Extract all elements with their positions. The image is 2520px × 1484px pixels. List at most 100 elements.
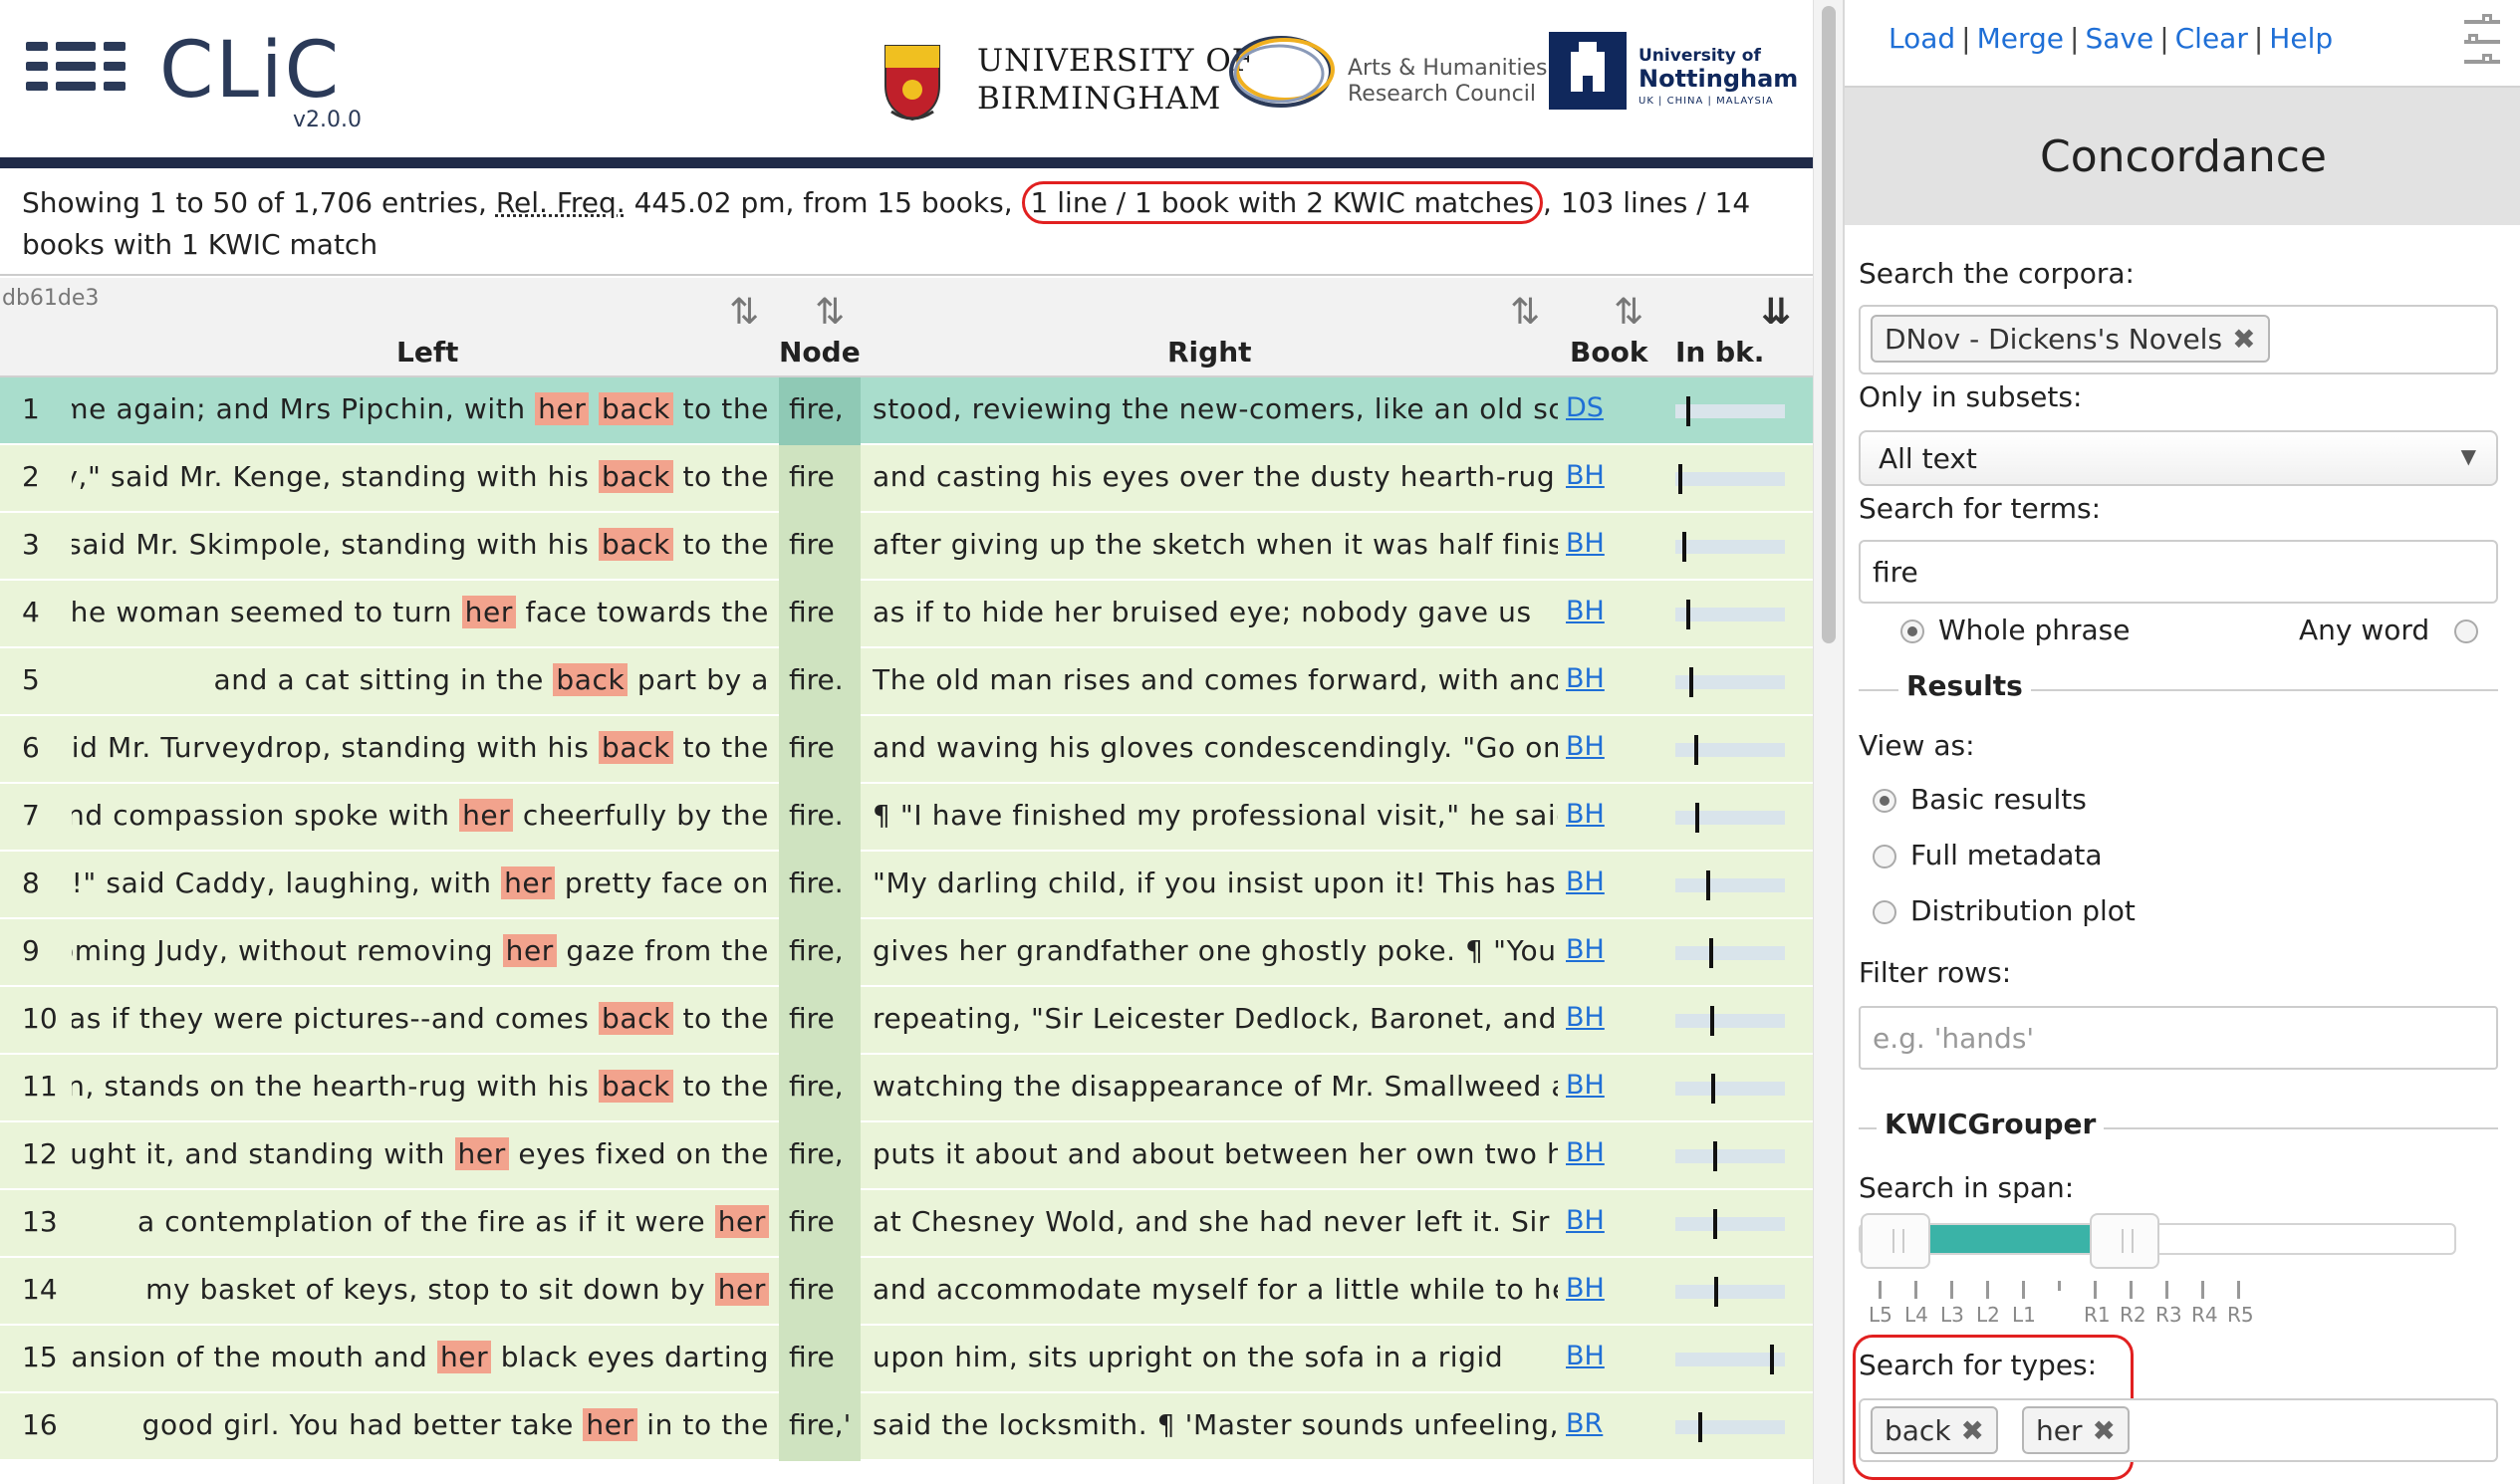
span-slider-right-handle[interactable] <box>2090 1213 2159 1269</box>
node-word: fire <box>789 1341 835 1373</box>
view-metadata-radio[interactable] <box>1873 845 1896 868</box>
column-header-right[interactable]: Right <box>1167 336 1252 369</box>
book-link[interactable]: BH <box>1566 596 1605 626</box>
merge-link[interactable]: Merge <box>1977 22 2064 55</box>
span-tick-label: R5 <box>2227 1303 2254 1327</box>
remove-type-icon[interactable]: ✖ <box>1961 1414 1984 1447</box>
table-row[interactable]: 7 and compassion spoke with her cheerfull… <box>0 784 1813 852</box>
table-row[interactable]: 14 my basket of keys, stop to sit down by… <box>0 1258 1813 1326</box>
table-row[interactable]: 15 xpansion of the mouth and her black ey… <box>0 1326 1813 1393</box>
clear-link[interactable]: Clear <box>2175 22 2248 55</box>
any-word-radio[interactable] <box>2454 619 2478 643</box>
subset-select[interactable]: All text ▼ <box>1859 430 2498 486</box>
node-word: fire. <box>789 866 844 899</box>
book-link[interactable]: BH <box>1566 1273 1605 1304</box>
table-row[interactable]: 4 the woman seemed to turn her face towar… <box>0 581 1813 648</box>
book-link[interactable]: BR <box>1566 1408 1603 1439</box>
table-row[interactable]: 16 good girl. You had better take her in … <box>0 1393 1813 1461</box>
right-context: upon him, sits upright on the sofa in a … <box>873 1341 1504 1373</box>
whole-phrase-label: Whole phrase <box>1938 614 2131 646</box>
help-link[interactable]: Help <box>2269 22 2333 55</box>
scrollbar-thumb[interactable] <box>1822 6 1836 643</box>
in-book-position-bar <box>1675 1277 1785 1307</box>
remove-type-icon[interactable]: ✖ <box>2092 1414 2115 1447</box>
table-row[interactable]: 10 as if they were pictures--and comes ba… <box>0 987 1813 1055</box>
book-link[interactable]: DS <box>1566 392 1604 423</box>
table-row[interactable]: 8 ng!" said Caddy, laughing, with her pre… <box>0 852 1813 919</box>
vertical-scrollbar[interactable] <box>1813 0 1843 1484</box>
span-tick-label: L4 <box>1904 1303 1928 1327</box>
sort-inbook-desc-icon[interactable]: ⇊ <box>1761 292 1791 333</box>
load-link[interactable]: Load <box>1889 22 1955 55</box>
type-tag[interactable]: back ✖ <box>1871 1406 1999 1454</box>
right-context: repeating, "Sir Leicester Dedlock, Baron… <box>873 1002 1558 1035</box>
view-basic-radio[interactable] <box>1873 789 1896 813</box>
kwic-type-highlight: back <box>598 1002 673 1035</box>
in-book-position-marker <box>1686 600 1690 629</box>
book-link[interactable]: BH <box>1566 866 1605 897</box>
span-slider-left-handle[interactable] <box>1861 1213 1930 1269</box>
kwic-type-highlight: back <box>598 1070 673 1103</box>
table-row[interactable]: 2 by," said Mr. Kenge, standing with his … <box>0 445 1813 513</box>
book-link[interactable]: BH <box>1566 460 1605 491</box>
kwic-type-highlight: her <box>461 596 516 628</box>
in-book-position-bar <box>1675 1141 1785 1171</box>
table-row[interactable]: 5 and a cat sitting in the back part by a… <box>0 648 1813 716</box>
table-row[interactable]: 1 ome again; and Mrs Pipchin, with her ba… <box>0 377 1813 445</box>
panel-title: Concordance <box>1845 86 2520 225</box>
whole-phrase-radio[interactable] <box>1900 619 1924 643</box>
panel-links: Load | Merge | Save | Clear | Help <box>1889 22 2334 55</box>
node-word: fire, <box>789 934 844 967</box>
table-row[interactable]: 6 said Mr. Turveydrop, standing with his … <box>0 716 1813 784</box>
kwic-type-highlight: her <box>459 799 514 832</box>
corpus-tag[interactable]: DNov - Dickens's Novels ✖ <box>1871 315 2270 363</box>
remove-corpus-icon[interactable]: ✖ <box>2232 323 2255 356</box>
logo-bars-icon <box>26 40 165 100</box>
right-context: and waving his gloves condescendingly. "… <box>873 731 1558 764</box>
book-link[interactable]: BH <box>1566 934 1605 965</box>
left-context: a contemplation of the fire as if it wer… <box>72 1205 769 1238</box>
left-context: xpansion of the mouth and her black eyes… <box>72 1341 769 1373</box>
types-input[interactable]: back ✖ her ✖ <box>1859 1398 2498 1462</box>
book-link[interactable]: BH <box>1566 731 1605 762</box>
clic-logo[interactable]: CLiC v2.0.0 <box>26 26 365 139</box>
filter-rows-input[interactable]: e.g. 'hands' <box>1859 1006 2498 1070</box>
sort-right-icon[interactable]: ⇅ <box>1510 292 1540 333</box>
table-row[interactable]: 11 ion, stands on the hearth-rug with his… <box>0 1055 1813 1122</box>
span-slider[interactable] <box>1859 1213 2456 1269</box>
span-tick-label: R1 <box>2084 1303 2111 1327</box>
settings-sliders-icon[interactable] <box>2464 14 2504 70</box>
control-panel: Load | Merge | Save | Clear | Help Concordance S… <box>1843 0 2520 1484</box>
table-row[interactable]: 3 " said Mr. Skimpole, standing with his … <box>0 513 1813 581</box>
book-link[interactable]: BH <box>1566 1137 1605 1168</box>
terms-input[interactable]: fire <box>1859 540 2498 604</box>
left-context: by," said Mr. Kenge, standing with his b… <box>72 460 769 493</box>
book-link[interactable]: BH <box>1566 1002 1605 1033</box>
column-header-in-book[interactable]: In bk. <box>1675 336 1764 369</box>
book-link[interactable]: BH <box>1566 799 1605 830</box>
relfreq-label[interactable]: Rel. Freq. <box>496 186 626 219</box>
span-tick <box>1879 1281 1882 1299</box>
sort-node-icon[interactable]: ⇅ <box>815 292 845 333</box>
table-row[interactable]: 13 a contemplation of the fire as if it w… <box>0 1190 1813 1258</box>
column-header-left[interactable]: Left <box>396 336 458 369</box>
book-link[interactable]: BH <box>1566 528 1605 559</box>
book-link[interactable]: BH <box>1566 1341 1605 1371</box>
column-header-book[interactable]: Book <box>1570 336 1647 369</box>
book-link[interactable]: BH <box>1566 1205 1605 1236</box>
in-book-position-bar <box>1675 938 1785 968</box>
book-link[interactable]: BH <box>1566 663 1605 694</box>
sort-book-icon[interactable]: ⇅ <box>1614 292 1643 333</box>
table-row[interactable]: 9 looming Judy, without removing her gaze… <box>0 919 1813 987</box>
left-context: and compassion spoke with her cheerfully… <box>72 799 769 832</box>
book-link[interactable]: BH <box>1566 1070 1605 1101</box>
right-context: puts it about and about between her own … <box>873 1137 1558 1170</box>
view-distribution-radio[interactable] <box>1873 900 1896 924</box>
type-tag[interactable]: her ✖ <box>2022 1406 2130 1454</box>
column-header-node[interactable]: Node <box>779 336 861 369</box>
sort-left-icon[interactable]: ⇅ <box>729 292 759 333</box>
table-row[interactable]: 12 caught it, and standing with her eyes … <box>0 1122 1813 1190</box>
main-area: CLiC v2.0.0 UNIVERSITY OF BIRMINGHAM Art… <box>0 0 1813 1484</box>
corpora-select[interactable]: DNov - Dickens's Novels ✖ <box>1859 305 2498 374</box>
save-link[interactable]: Save <box>2085 22 2153 55</box>
